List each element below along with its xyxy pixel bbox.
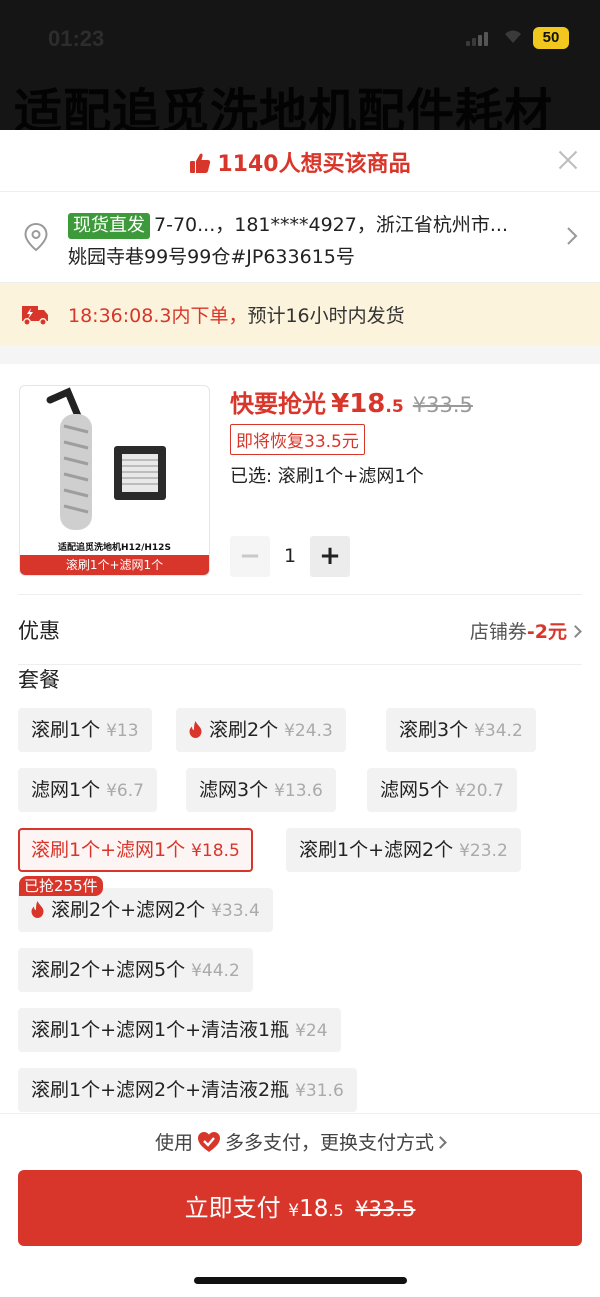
package-option[interactable]: 滚刷2个 ¥24.3 [176,708,346,752]
selected-variant: 已选: 滚刷1个+滤网1个 [230,466,424,487]
pay-method-text: 多多支付，更换支付方式 [225,1132,435,1154]
price-line: 快要抢光 ¥18.5 ¥33.5 [230,384,473,419]
package-option[interactable]: 滤网1个 ¥6.7 [18,768,157,812]
package-option[interactable]: 滚刷1个+滤网1个+清洁液1瓶 ¥24 [18,1008,341,1052]
purchase-sheet: 1140人想买该商品 现货直发 7-70...，181****4927，浙江省杭州… [0,130,600,1297]
package-option[interactable]: 滚刷2个+滤网5个 ¥44.2 [18,948,253,992]
roller-brush-illustration [46,387,166,530]
product-summary: 适配追觅洗地机H12/H12S 滚刷1个+滤网1个 快要抢光 ¥18.5 ¥33… [0,364,600,577]
address-contact: 7-70...，181****4927，浙江省杭州市... [154,214,508,236]
product-image[interactable]: 适配追觅洗地机H12/H12S 滚刷1个+滤网1个 [19,385,210,576]
popularity-text: 1140人想买该商品 [217,152,411,177]
wifi-icon [505,30,521,43]
thumbs-up-icon [190,153,211,173]
coupon-label: 优惠 [18,619,60,643]
package-option[interactable]: 滚刷1个+滤网2个 ¥23.2 [286,828,521,872]
background-title: 适配追觅洗地机配件耗材 [14,84,554,130]
shipping-bar: 18:36:08.3内下单，预计16小时内发货 [0,283,600,345]
sheet-header: 1140人想买该商品 [0,130,600,192]
battery-icon: 50 [533,27,569,49]
package-option-selected[interactable]: 滚刷1个+滤网1个 ¥18.5 [18,828,253,872]
shipping-eta: 预计16小时内发货 [247,305,405,327]
image-caption: 适配追觅洗地机H12/H12S [58,543,171,553]
coupon-row[interactable]: 优惠 店铺券-2元 [0,595,600,664]
divider [18,664,582,665]
address-row[interactable]: 现货直发 7-70...，181****4927，浙江省杭州市... 姚园寺巷99… [0,192,600,283]
section-gap [0,345,600,364]
hot-flame-icon [189,721,202,738]
payment-method-switch[interactable]: 使用 多多支付，更换支付方式 [0,1128,600,1155]
package-option[interactable]: 滤网3个 ¥13.6 [186,768,336,812]
image-variant-band: 滚刷1个+滤网1个 [20,555,209,575]
delivery-truck-icon [22,306,48,326]
status-bar: 01:23 50 [0,0,600,70]
coupon-value: 店铺券-2元 [470,617,582,644]
package-option[interactable]: 滚刷1个+滤网2个+清洁液2瓶 ¥31.6 [18,1068,357,1112]
hurry-label: 快要抢光 [230,390,326,418]
shipping-text: 18:36:08.3内下单，预计16小时内发货 [68,301,405,328]
instock-tag: 现货直发 [68,213,150,239]
package-option[interactable]: 滚刷3个 ¥34.2 [386,708,536,752]
address-line-2: 姚园寺巷99号99仓#JP633615号 [68,246,355,268]
chevron-right-icon [569,625,582,638]
popularity-title: 1140人想买该商品 [0,146,600,178]
chevron-right-icon [567,227,578,245]
status-time: 01:23 [48,26,105,51]
hot-flame-icon [31,901,44,918]
quantity-stepper: − 1 + [230,536,350,577]
background-page: 01:23 50 适配追觅洗地机配件耗材 [0,0,600,130]
sold-count-badge: 已抢255件 [19,876,103,896]
signal-icon [466,32,490,46]
pay-prefix: 使用 [154,1132,193,1154]
current-price: ¥18.5 [331,389,404,419]
close-icon[interactable] [554,146,582,174]
pay-now-button[interactable]: 立即支付 ¥18.5 ¥33.5 [18,1170,582,1246]
location-pin-icon [24,222,48,252]
package-option[interactable]: 滚刷1个 ¥13 [18,708,152,752]
quantity-plus-button[interactable]: + [310,536,350,577]
quantity-minus-button[interactable]: − [230,536,270,577]
quantity-value: 1 [283,545,297,567]
package-option[interactable]: 滤网5个 ¥20.7 [367,768,517,812]
home-indicator [194,1277,407,1284]
address-line-1: 现货直发 7-70...，181****4927，浙江省杭州市... [68,210,508,239]
chevron-right-icon [434,1136,447,1149]
heart-check-icon [198,1132,220,1152]
order-deadline: 18:36:08.3内下单， [68,305,248,327]
price-restore-tag: 即将恢复33.5元 [230,424,365,455]
checkout-footer: 使用 多多支付，更换支付方式 立即支付 ¥18.5 ¥33.5 [0,1113,600,1297]
original-price: ¥33.5 [412,393,473,417]
package-label: 套餐 [18,668,60,692]
